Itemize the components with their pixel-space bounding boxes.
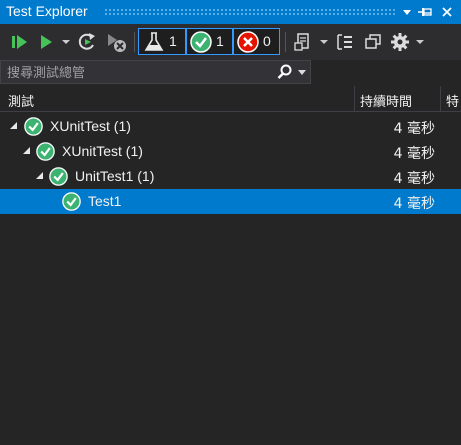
search-box xyxy=(0,60,311,84)
column-test[interactable]: 測試 xyxy=(8,91,34,110)
playlist-button[interactable] xyxy=(292,30,316,54)
check-circle-icon xyxy=(62,192,81,211)
toolbar-separator xyxy=(134,32,135,52)
tree-item-duration: 4 毫秒 xyxy=(393,121,435,137)
window-title: Test Explorer xyxy=(6,3,88,19)
check-circle-icon xyxy=(49,167,68,186)
column-duration[interactable]: 持續時間 xyxy=(360,91,412,110)
check-circle-icon xyxy=(24,117,43,136)
chevron-down-icon xyxy=(416,40,424,44)
tree-row[interactable]: UnitTest1 (1) 4 毫秒 xyxy=(0,164,461,189)
close-icon xyxy=(442,7,452,17)
column-divider[interactable] xyxy=(440,86,441,112)
pin-icon xyxy=(418,8,432,16)
passed-tests-filter[interactable]: 1 xyxy=(186,28,233,55)
settings-button[interactable] xyxy=(388,30,412,54)
collapse-arrow-icon[interactable] xyxy=(23,147,31,155)
toolbar-separator xyxy=(285,32,286,52)
run-button[interactable] xyxy=(36,30,56,54)
error-circle-icon xyxy=(237,31,259,53)
run-dropdown-button[interactable] xyxy=(60,30,72,54)
close-button[interactable] xyxy=(438,2,456,22)
group-by-button[interactable] xyxy=(334,30,356,54)
settings-dropdown-button[interactable] xyxy=(414,30,426,54)
check-circle-icon xyxy=(190,31,212,53)
tree-item-duration: 4 毫秒 xyxy=(393,146,435,162)
search-icon[interactable] xyxy=(277,64,293,80)
column-header: 測試 持續時間 特 xyxy=(0,86,461,112)
total-count: 1 xyxy=(169,33,177,49)
cancel-run-button[interactable] xyxy=(104,30,128,54)
run-icon xyxy=(41,35,52,49)
toolbar: 1 1 0 xyxy=(0,24,461,60)
title-bar-grip[interactable] xyxy=(104,8,395,16)
tree-item-label: XUnitTest (1) xyxy=(50,118,131,134)
check-circle-icon xyxy=(36,142,55,161)
auto-hide-button[interactable] xyxy=(416,2,434,22)
failed-count: 0 xyxy=(263,33,271,49)
failed-tests-filter[interactable]: 0 xyxy=(233,28,280,55)
chevron-down-icon[interactable] xyxy=(297,69,307,77)
tree-item-label: UnitTest1 (1) xyxy=(75,168,155,184)
run-all-button[interactable] xyxy=(8,30,30,54)
column-divider[interactable] xyxy=(354,86,355,112)
total-tests-filter[interactable]: 1 xyxy=(138,28,186,55)
search-input[interactable] xyxy=(5,63,269,83)
flask-icon xyxy=(144,32,164,51)
collapse-arrow-icon[interactable] xyxy=(10,122,18,130)
collapse-all-button[interactable] xyxy=(362,30,384,54)
chevron-down-icon xyxy=(403,10,411,15)
tree-row[interactable]: XUnitTest (1) 4 毫秒 xyxy=(0,114,461,139)
refresh-run-button[interactable] xyxy=(76,30,98,54)
group-by-icon xyxy=(337,34,352,50)
tree-item-label: XUnitTest (1) xyxy=(62,143,143,159)
tree-row[interactable]: XUnitTest (1) 4 毫秒 xyxy=(0,139,461,164)
tree-item-duration: 4 毫秒 xyxy=(393,171,435,187)
playlist-dropdown-button[interactable] xyxy=(318,30,330,54)
title-bar: Test Explorer xyxy=(0,0,461,24)
refresh-run-icon xyxy=(78,33,95,50)
gear-icon xyxy=(391,33,409,51)
window-options-button[interactable] xyxy=(398,2,416,22)
tree-item-duration: 4 毫秒 xyxy=(393,196,435,212)
playlist-icon xyxy=(294,33,309,51)
passed-count: 1 xyxy=(216,33,224,49)
tree-row-selected[interactable]: Test1 4 毫秒 xyxy=(0,189,461,214)
collapse-arrow-icon[interactable] xyxy=(36,172,44,180)
run-all-icon xyxy=(12,35,27,49)
chevron-down-icon xyxy=(320,40,328,44)
chevron-down-icon xyxy=(62,40,70,44)
cancel-icon xyxy=(108,34,126,52)
column-traits[interactable]: 特 xyxy=(446,91,459,110)
collapse-all-icon xyxy=(365,34,381,49)
tree-item-label: Test1 xyxy=(88,193,122,209)
